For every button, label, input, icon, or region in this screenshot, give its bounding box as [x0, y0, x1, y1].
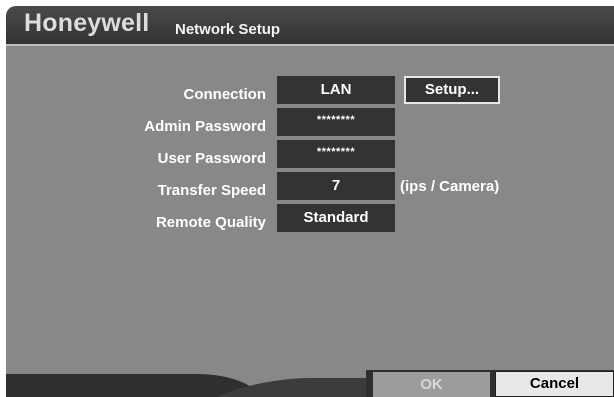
cancel-button[interactable]: Cancel	[495, 371, 614, 397]
brand-logo: Honeywell	[24, 9, 150, 37]
admin-password-field[interactable]: ********	[277, 108, 395, 136]
ok-button[interactable]: OK	[373, 372, 490, 397]
connection-label: Connection	[183, 86, 267, 103]
setup-button[interactable]: Setup...	[404, 76, 500, 104]
remote-quality-field[interactable]: Standard	[277, 204, 395, 232]
admin-password-label: Admin Password	[144, 118, 266, 135]
window-title: Network Setup	[175, 21, 281, 38]
transfer-speed-field[interactable]: 7	[277, 172, 395, 200]
user-password-label: User Password	[157, 150, 266, 167]
remote-quality-label: Remote Quality	[155, 214, 266, 231]
transfer-speed-unit: (ips / Camera)	[400, 178, 500, 195]
title-bar: Honeywell Network Setup	[6, 6, 614, 44]
user-password-field[interactable]: ********	[277, 140, 395, 168]
transfer-speed-label: Transfer Speed	[157, 182, 266, 199]
network-setup-window: Honeywell Network Setup Connection LAN S…	[6, 6, 614, 397]
title-divider	[6, 44, 614, 46]
connection-field[interactable]: LAN	[277, 76, 395, 104]
